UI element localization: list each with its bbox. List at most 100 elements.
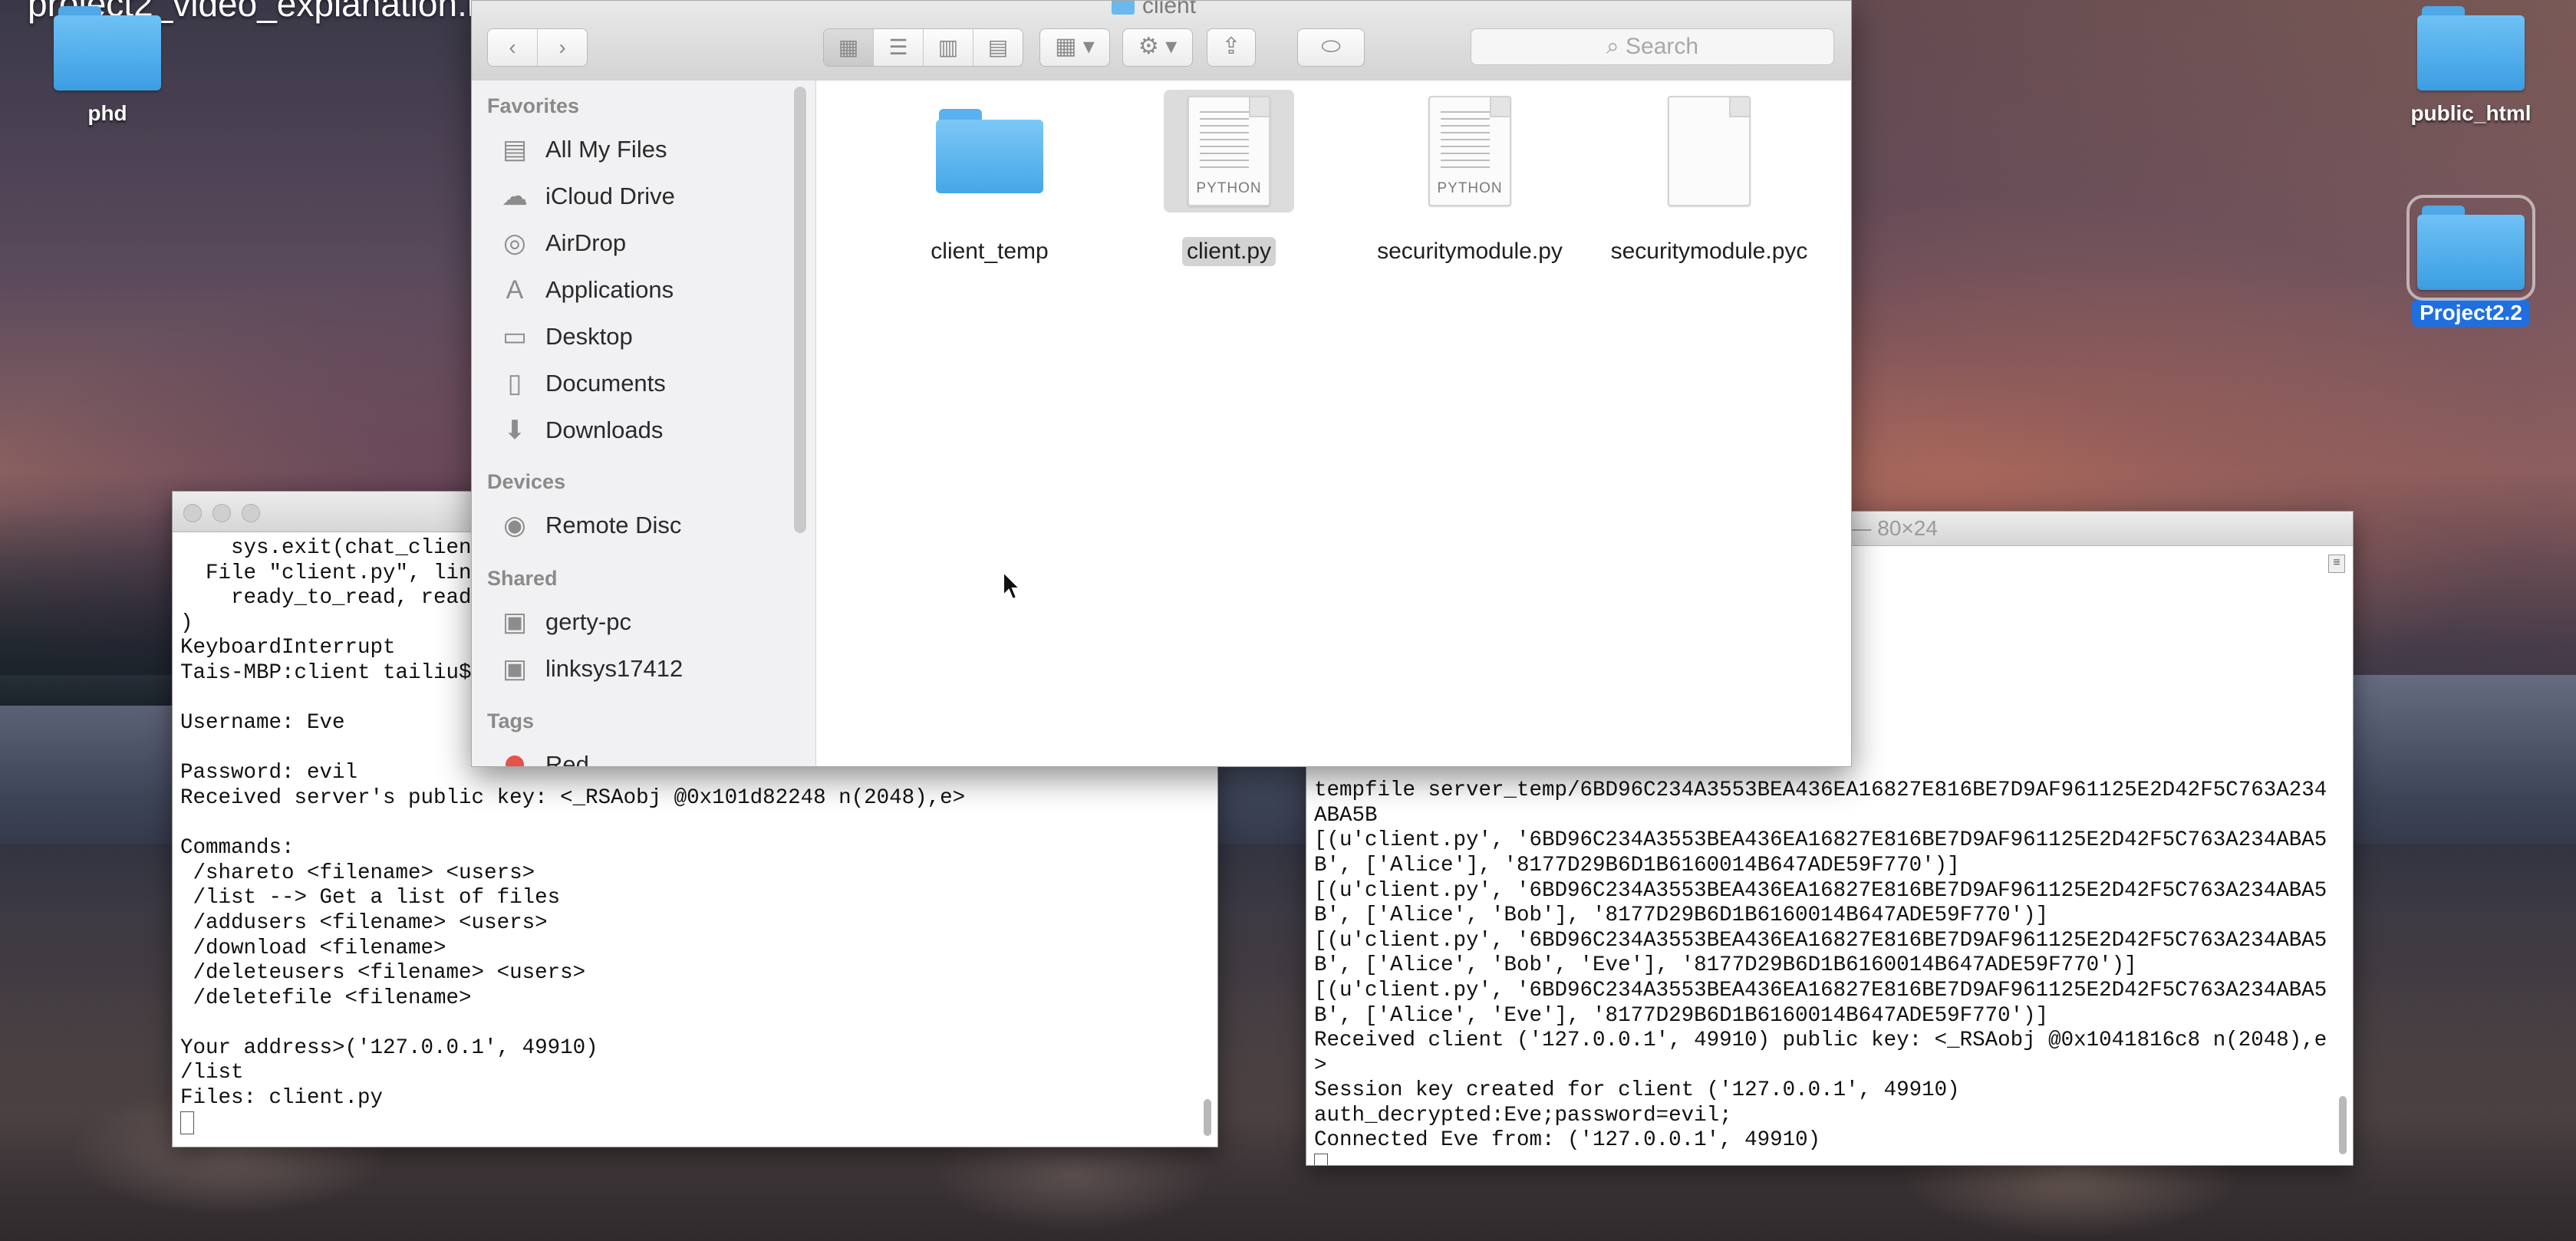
column-view-button[interactable]: ▥ bbox=[924, 29, 973, 66]
sidebar-item-label: linksys17412 bbox=[545, 655, 684, 682]
sidebar-item-all-my-files[interactable]: ▤ All My Files bbox=[499, 128, 667, 171]
file-type-badge: PYTHON bbox=[1196, 180, 1262, 196]
terminal-line: B', ['Alice', 'Eve'], '8177D29B6D1B61600… bbox=[1314, 1003, 2049, 1028]
sidebar-item-label: AirDrop bbox=[545, 229, 627, 256]
desktop-icon-public-html[interactable]: public_html bbox=[2398, 6, 2544, 127]
sidebar-item-applications[interactable]: A Applications bbox=[499, 268, 674, 311]
sidebar-item-documents[interactable]: ▯ Documents bbox=[499, 362, 666, 405]
all-files-icon: ▤ bbox=[502, 135, 528, 164]
search-input[interactable]: ⌕ Search bbox=[1471, 28, 1834, 65]
file-name: client_temp bbox=[931, 239, 1049, 264]
window-title: client bbox=[1112, 1, 1196, 19]
sidebar-item-airdrop[interactable]: ◎ AirDrop bbox=[499, 222, 626, 265]
text-cursor bbox=[1314, 1154, 1328, 1165]
tag-icon bbox=[499, 749, 530, 766]
desktop-icon-label: Project2.2 bbox=[2412, 299, 2530, 327]
terminal-line: [(u'client.py', '6BD96C234A3553BEA436EA1… bbox=[1314, 978, 2327, 1002]
icon-view-button[interactable]: ▦ bbox=[824, 29, 874, 66]
coverflow-view-button[interactable]: ▤ bbox=[973, 29, 1023, 66]
terminal-line: /addusers <filename> <users> bbox=[180, 910, 548, 935]
sidebar-item-label: Documents bbox=[545, 370, 666, 397]
nav-buttons: ‹ › bbox=[487, 28, 588, 67]
sidebar-item-downloads[interactable]: ⬇ Downloads bbox=[499, 409, 664, 452]
file-item[interactable]: PYTHON client.py bbox=[1114, 90, 1344, 266]
desktop-icon-phd[interactable]: phd bbox=[35, 6, 180, 127]
terminal-line: /deletefile <filename> bbox=[180, 986, 472, 1010]
terminal-line: [(u'client.py', '6BD96C234A3553BEA436EA1… bbox=[1314, 878, 2327, 903]
sidebar-item-desktop[interactable]: ▭ Desktop bbox=[499, 315, 633, 358]
share-button[interactable]: ⇪ bbox=[1207, 28, 1256, 67]
terminal-line: [(u'client.py', '6BD96C234A3553BEA436EA1… bbox=[1314, 928, 2327, 953]
tags-button[interactable]: ⬭ bbox=[1297, 28, 1365, 67]
file-item[interactable]: PYTHON securitymodule.py bbox=[1355, 90, 1585, 266]
sidebar-header-shared: Shared bbox=[487, 567, 558, 590]
folder-icon bbox=[2406, 195, 2535, 301]
terminal-line: > bbox=[1314, 1053, 1327, 1078]
sidebar-item-label: iCloud Drive bbox=[545, 183, 675, 209]
applications-icon: A bbox=[506, 275, 524, 304]
terminal-line: Commands: bbox=[180, 836, 295, 861]
terminal-line: Received client ('127.0.0.1', 49910) pub… bbox=[1314, 1029, 2327, 1053]
sidebar-item-icloud-drive[interactable]: ☁ iCloud Drive bbox=[499, 175, 675, 218]
disc-icon: ◉ bbox=[503, 511, 526, 540]
downloads-icon: ⬇ bbox=[503, 416, 526, 445]
sidebar-item-remote-disc[interactable]: ◉ Remote Disc bbox=[499, 504, 681, 547]
list-icon[interactable]: ≡ bbox=[2328, 555, 2345, 573]
terminal-line: /list bbox=[180, 1061, 244, 1085]
desktop-icon-project2-2[interactable]: Project2.2 bbox=[2398, 195, 2544, 327]
cloud-icon: ☁ bbox=[502, 182, 528, 211]
sidebar-item-label: gerty-pc bbox=[545, 608, 631, 635]
terminal-line: tempfile server_temp/6BD96C234A3553BEA43… bbox=[1314, 779, 2327, 803]
forward-button[interactable]: › bbox=[538, 29, 587, 66]
sidebar-item-label: All My Files bbox=[545, 136, 667, 163]
desktop-icon-label: phd bbox=[87, 101, 127, 125]
scrollbar-thumb[interactable] bbox=[2339, 1096, 2347, 1154]
folder-icon bbox=[54, 6, 161, 91]
sidebar-item-label: Remote Disc bbox=[545, 512, 682, 538]
list-view-button[interactable]: ☰ bbox=[874, 29, 924, 66]
documents-icon: ▯ bbox=[507, 369, 522, 398]
terminal-prompt-line[interactable] bbox=[180, 1111, 1191, 1139]
text-cursor bbox=[180, 1111, 194, 1134]
sidebar-scrollbar[interactable] bbox=[794, 87, 806, 533]
sidebar-header-favorites: Favorites bbox=[487, 94, 580, 117]
back-button[interactable]: ‹ bbox=[488, 29, 538, 66]
action-button[interactable]: ⚙ ▾ bbox=[1122, 28, 1193, 67]
desktop-icon-label: public_html bbox=[2410, 101, 2532, 125]
terminal-line: B', ['Alice'], '8177D29B6D1B6160014B647A… bbox=[1314, 853, 1960, 877]
sidebar-header-tags: Tags bbox=[487, 709, 535, 732]
terminal-line: Received server's public key: <_RSAobj @… bbox=[180, 785, 966, 810]
folder-icon bbox=[2417, 6, 2525, 91]
arrange-button[interactable]: ▦ ▾ bbox=[1039, 28, 1110, 67]
file-item[interactable]: securitymodule.pyc bbox=[1594, 90, 1824, 266]
sidebar-item-label: Applications bbox=[545, 276, 674, 303]
finder-sidebar: Favorites ▤ All My Files ☁ iCloud Drive ◎ Air… bbox=[472, 81, 816, 766]
terminal-line: B', ['Alice', 'Bob', 'Eve'], '8177D29B6D… bbox=[1314, 953, 2137, 978]
folder-icon bbox=[924, 90, 1055, 212]
file-item[interactable]: client_temp bbox=[875, 90, 1105, 266]
file-name: client.py bbox=[1181, 237, 1276, 266]
terminal-line: ABA5B bbox=[1314, 803, 1378, 828]
terminal-prompt-line[interactable] bbox=[1314, 1154, 2327, 1165]
sidebar-item-gerty-pc[interactable]: ▣ gerty-pc bbox=[499, 601, 631, 644]
zoom-icon[interactable] bbox=[242, 504, 260, 522]
sidebar-item-linksys17412[interactable]: ▣ linksys17412 bbox=[499, 647, 683, 690]
computer-icon: ▣ bbox=[502, 607, 528, 637]
terminal-line: [(u'client.py', '6BD96C234A3553BEA436EA1… bbox=[1314, 828, 2327, 853]
terminal-line: /download <filename> bbox=[180, 936, 446, 960]
file-name: securitymodule.py bbox=[1377, 239, 1563, 264]
scrollbar-thumb[interactable] bbox=[1204, 1099, 1211, 1136]
airdrop-icon: ◎ bbox=[503, 229, 526, 258]
sidebar-item-red[interactable]: Red bbox=[499, 743, 589, 767]
view-mode-buttons: ▦ ☰ ▥ ▤ bbox=[823, 28, 1023, 67]
search-icon: ⌕ bbox=[1606, 34, 1626, 59]
sidebar-item-label: Downloads bbox=[545, 416, 664, 443]
finder-content: client_temp PYTHON client.py PYTHON security… bbox=[816, 81, 1851, 766]
close-icon[interactable] bbox=[183, 504, 202, 522]
minimize-icon[interactable] bbox=[212, 504, 231, 522]
sidebar-item-label: Red bbox=[545, 751, 589, 767]
folder-icon bbox=[1112, 1, 1135, 15]
terminal-line: /shareto <filename> <users> bbox=[180, 861, 535, 885]
finder-window[interactable]: client ‹ › ▦ ☰ ▥ ▤ ▦ ▾ ⚙ ▾ ⇪ ⬭ ⌕ Search … bbox=[471, 0, 1852, 767]
